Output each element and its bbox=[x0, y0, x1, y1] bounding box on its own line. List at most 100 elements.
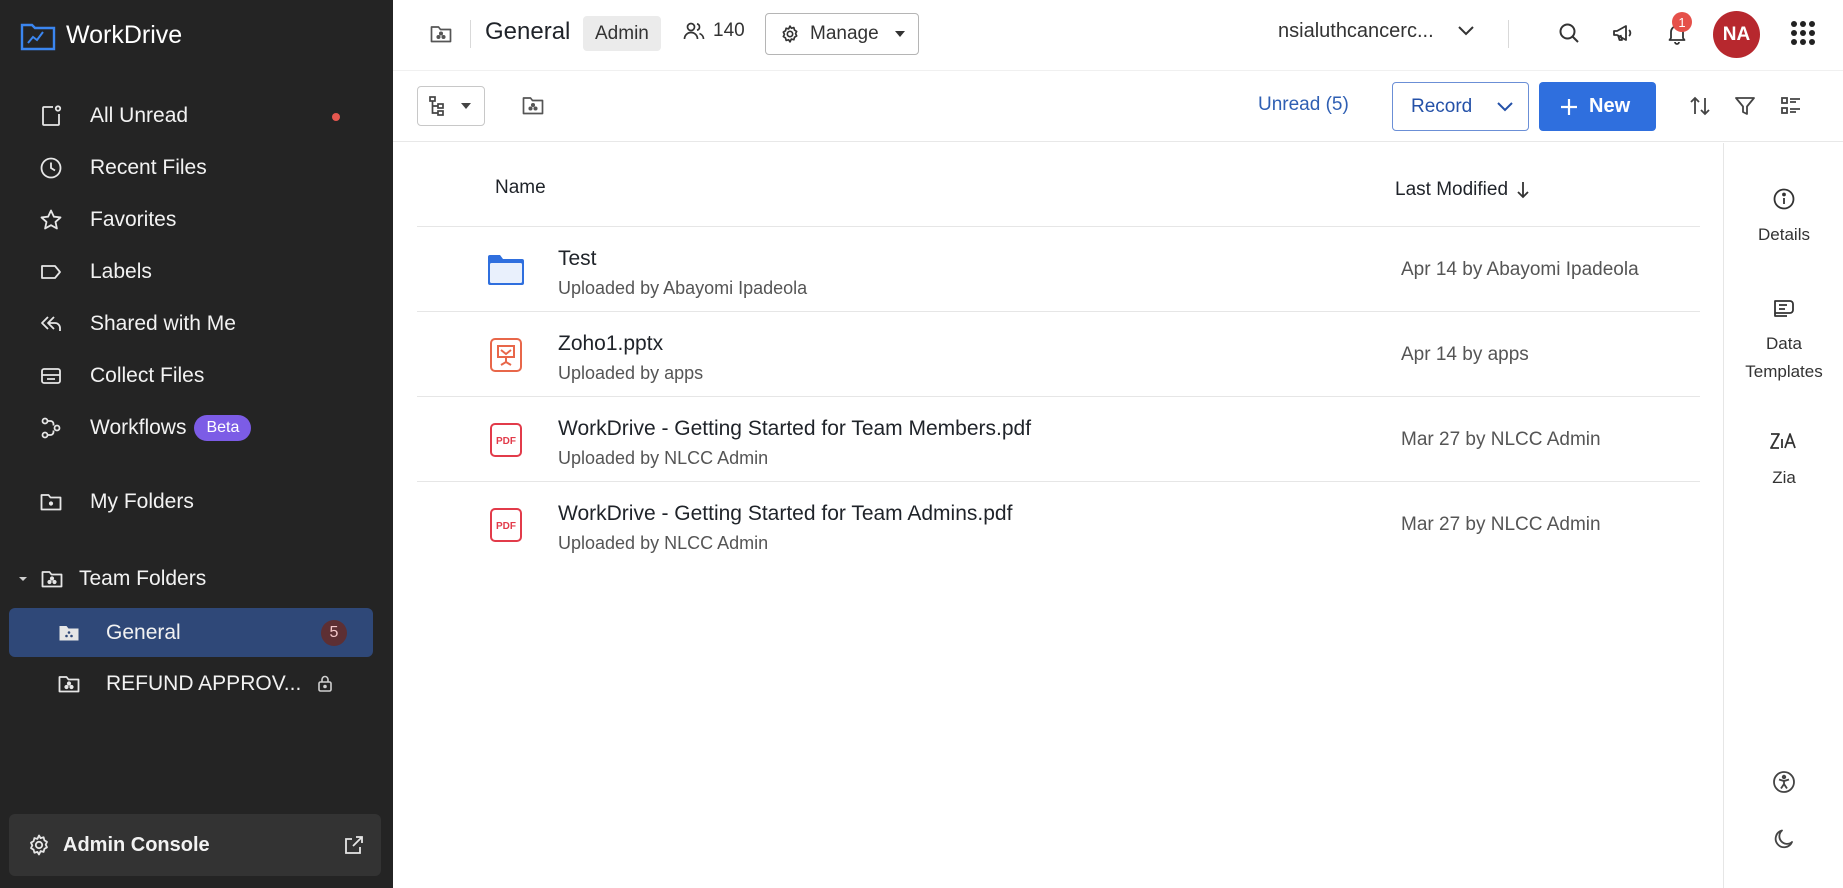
label-icon bbox=[38, 259, 64, 285]
arrow-down-icon bbox=[1508, 181, 1530, 199]
file-uploader: Uploaded by Abayomi Ipadeola bbox=[558, 278, 808, 298]
apps-grid-icon[interactable] bbox=[1790, 20, 1816, 46]
details-button[interactable]: Details bbox=[1724, 187, 1843, 249]
sidebar-item-label: Workflows bbox=[90, 416, 187, 439]
divider bbox=[470, 20, 471, 48]
details-label: Details bbox=[1758, 225, 1810, 244]
accessibility-icon[interactable] bbox=[1772, 770, 1796, 794]
sidebar-item-label: REFUND APPROV... bbox=[106, 671, 302, 695]
sidebar-item-label: Shared with Me bbox=[90, 312, 236, 335]
table-row[interactable]: PDF WorkDrive - Getting Started for Team… bbox=[417, 397, 1700, 482]
file-modified: Mar 27 by NLCC Admin bbox=[1401, 429, 1601, 450]
manage-dropdown[interactable]: Manage bbox=[765, 13, 919, 55]
unread-filter-link[interactable]: Unread (5) bbox=[1258, 94, 1349, 116]
unread-count-badge: 5 bbox=[321, 620, 347, 646]
column-header-name[interactable]: Name bbox=[495, 177, 546, 199]
record-dropdown[interactable]: Record bbox=[1392, 82, 1529, 131]
file-uploader: Uploaded by NLCC Admin bbox=[558, 448, 769, 468]
unread-dot bbox=[332, 113, 340, 121]
sort-icon[interactable] bbox=[1688, 94, 1712, 118]
star-icon bbox=[38, 207, 64, 233]
brand-name: WorkDrive bbox=[66, 20, 183, 49]
sidebar-item-general[interactable]: General 5 bbox=[9, 608, 373, 657]
team-folders-header[interactable]: Team Folders bbox=[0, 553, 393, 605]
data-templates-label: Data Templates bbox=[1745, 330, 1822, 386]
table-row[interactable]: Test Uploaded by Abayomi Ipadeola Apr 14… bbox=[417, 227, 1700, 312]
record-label: Record bbox=[1411, 95, 1473, 117]
data-templates-line2: Templates bbox=[1745, 362, 1823, 381]
sidebar-item-recent-files[interactable]: Recent Files bbox=[0, 142, 393, 194]
zia-label: Zia bbox=[1772, 468, 1796, 487]
members-count: 140 bbox=[713, 20, 745, 41]
zia-button[interactable]: Zia bbox=[1724, 430, 1843, 492]
data-templates-icon bbox=[1772, 296, 1796, 320]
sidebar-item-favorites[interactable]: Favorites bbox=[0, 194, 393, 246]
team-folder-filled-icon bbox=[56, 620, 82, 646]
avatar[interactable]: NA bbox=[1713, 11, 1760, 58]
all-unread-icon bbox=[38, 103, 64, 129]
workdrive-logo-icon bbox=[20, 19, 56, 51]
data-templates-button[interactable]: Data Templates bbox=[1724, 296, 1843, 386]
sidebar-item-workflows[interactable]: Workflows Beta bbox=[0, 402, 393, 454]
plus-icon bbox=[1559, 97, 1579, 117]
admin-console-button[interactable]: Admin Console bbox=[9, 814, 381, 876]
tree-view-dropdown[interactable] bbox=[417, 86, 485, 126]
team-folder-breadcrumb-icon[interactable] bbox=[521, 95, 545, 117]
table-row[interactable]: PDF WorkDrive - Getting Started for Team… bbox=[417, 482, 1700, 567]
file-name: Test bbox=[558, 247, 597, 270]
sidebar-item-labels[interactable]: Labels bbox=[0, 246, 393, 298]
info-icon bbox=[1772, 187, 1796, 211]
sidebar-item-label: Favorites bbox=[90, 208, 177, 231]
file-name: WorkDrive - Getting Started for Team Adm… bbox=[558, 502, 1013, 525]
sidebar: WorkDrive All Unread Recent Files Favori… bbox=[0, 0, 393, 888]
sidebar-item-all-unread[interactable]: All Unread bbox=[0, 90, 393, 142]
sidebar-item-label: General bbox=[106, 620, 181, 644]
sidebar-item-label: My Folders bbox=[90, 490, 194, 513]
column-header-last-modified[interactable]: Last Modified bbox=[1395, 179, 1530, 201]
chevron-down-icon[interactable] bbox=[1456, 24, 1476, 38]
file-modified: Apr 14 by Abayomi Ipadeola bbox=[1401, 259, 1639, 280]
notification-badge: 1 bbox=[1672, 12, 1692, 32]
caret-down-icon[interactable] bbox=[17, 573, 29, 585]
admin-console-label: Admin Console bbox=[63, 833, 210, 856]
team-folder-icon bbox=[56, 671, 82, 697]
org-name[interactable]: nsialuthcancerc... bbox=[1278, 20, 1434, 43]
list-header: Name Last Modified bbox=[417, 142, 1700, 227]
search-icon[interactable] bbox=[1557, 21, 1581, 45]
sidebar-item-refund-approv[interactable]: REFUND APPROV... bbox=[9, 659, 373, 708]
file-uploader: Uploaded by apps bbox=[558, 363, 704, 383]
view-options-icon[interactable] bbox=[1779, 94, 1803, 118]
sidebar-item-shared-with-me[interactable]: Shared with Me bbox=[0, 298, 393, 350]
chevron-down-icon bbox=[1496, 101, 1514, 113]
users-icon bbox=[683, 21, 705, 41]
team-folder-icon bbox=[429, 22, 453, 46]
lock-icon bbox=[317, 674, 333, 692]
sidebar-nav: All Unread Recent Files Favorites Labels… bbox=[0, 90, 393, 454]
workflow-icon bbox=[38, 415, 64, 441]
sidebar-item-collect-files[interactable]: Collect Files bbox=[0, 350, 393, 402]
pdf-icon-text: PDF bbox=[496, 521, 516, 532]
table-row[interactable]: Zoho1.pptx Uploaded by apps Apr 14 by ap… bbox=[417, 312, 1700, 397]
file-modified: Apr 14 by apps bbox=[1401, 344, 1529, 365]
tree-icon bbox=[428, 95, 450, 117]
sidebar-item-label: All Unread bbox=[90, 104, 189, 127]
caret-down-icon bbox=[894, 30, 906, 38]
new-button[interactable]: New bbox=[1539, 82, 1656, 131]
moon-icon[interactable] bbox=[1772, 827, 1796, 851]
members-button[interactable]: 140 bbox=[683, 20, 745, 42]
page-title: General bbox=[485, 18, 571, 45]
file-list: Name Last Modified Test Uploaded by Abay… bbox=[417, 142, 1700, 567]
filter-icon[interactable] bbox=[1733, 94, 1757, 118]
sidebar-item-my-folders[interactable]: My Folders bbox=[0, 476, 393, 528]
sidebar-item-label: Labels bbox=[90, 260, 152, 283]
folder-user-icon bbox=[38, 489, 64, 515]
top-bar: General Admin 140 Manage nsialuthcancerc… bbox=[393, 0, 1843, 68]
file-name: WorkDrive - Getting Started for Team Mem… bbox=[558, 417, 1032, 440]
announcement-icon[interactable] bbox=[1611, 21, 1635, 45]
brand[interactable]: WorkDrive bbox=[20, 17, 182, 53]
team-folders-label: Team Folders bbox=[79, 567, 207, 590]
folder-icon bbox=[487, 252, 525, 288]
file-uploader: Uploaded by NLCC Admin bbox=[558, 533, 769, 553]
clock-icon bbox=[38, 155, 64, 181]
zia-icon bbox=[1769, 430, 1799, 454]
